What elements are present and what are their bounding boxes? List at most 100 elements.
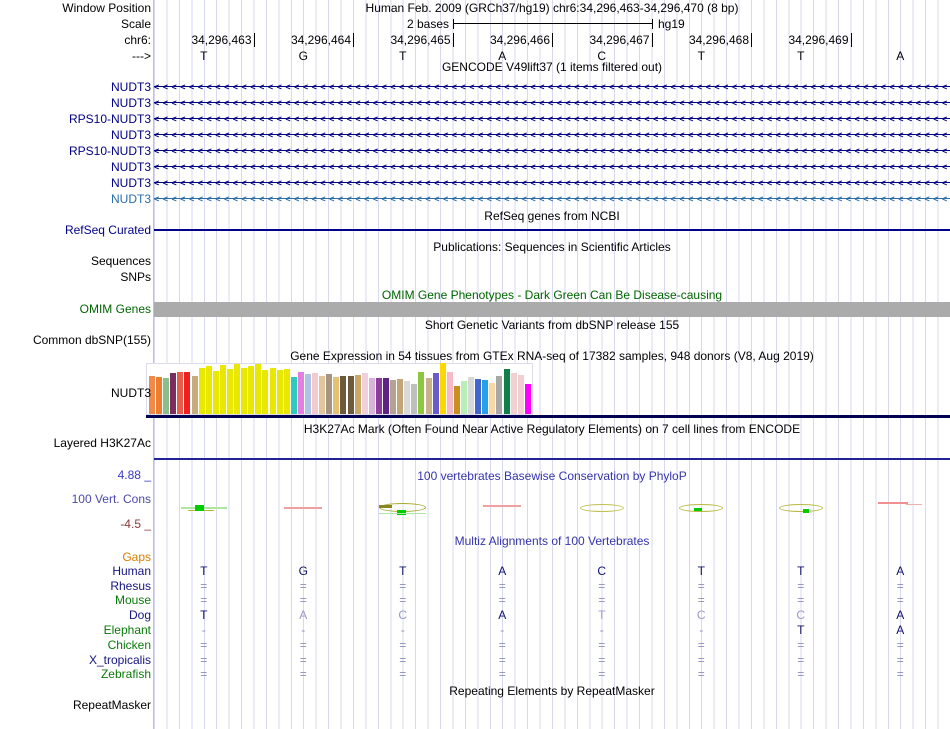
gtex-bar: [319, 376, 326, 414]
omim-genes-bar[interactable]: [154, 302, 950, 317]
gtex-baseline: [146, 415, 950, 418]
gene-row-arrows[interactable]: <<<<<<<<<<<<<<<<<<<<<<<<<<<<<<<<<<<<<<<<…: [154, 98, 950, 108]
phylop-mark-line: [483, 505, 522, 507]
phylop-track-title[interactable]: 100 vertebrates Basewise Conservation by…: [154, 469, 950, 483]
ruler-tick: [253, 33, 255, 47]
ruler-tick: [651, 33, 653, 47]
refseq-track-title[interactable]: RefSeq genes from NCBI: [154, 209, 950, 223]
gene-row-label[interactable]: RPS10-NUDT3: [0, 144, 151, 158]
sequences-label[interactable]: Sequences: [0, 254, 151, 268]
multiz-cell: C: [696, 608, 706, 622]
publications-track-title[interactable]: Publications: Sequences in Scientific Ar…: [154, 240, 950, 254]
gene-row-label[interactable]: NUDT3: [0, 80, 151, 94]
gtex-bar: [375, 378, 382, 414]
multiz-cell: T: [598, 608, 606, 622]
multiz-cell: A: [498, 564, 507, 578]
gtex-bar: [333, 377, 340, 414]
gtex-bar: [361, 373, 368, 414]
multiz-cell: T: [797, 564, 805, 578]
gene-row-arrows[interactable]: <<<<<<<<<<<<<<<<<<<<<<<<<<<<<<<<<<<<<<<<…: [154, 194, 950, 204]
gene-row-arrows[interactable]: <<<<<<<<<<<<<<<<<<<<<<<<<<<<<<<<<<<<<<<<…: [154, 130, 950, 140]
gtex-track-title[interactable]: Gene Expression in 54 tissues from GTEx …: [154, 349, 950, 363]
vert-cons-label[interactable]: 100 Vert. Cons: [0, 492, 151, 506]
gtex-bar: [460, 381, 467, 414]
gtex-bar: [404, 381, 411, 414]
phylop-mark-line: [284, 507, 323, 509]
phylop-mark-rect: [194, 505, 204, 511]
multiz-cell: =: [299, 653, 307, 667]
gene-row-label[interactable]: NUDT3: [0, 128, 151, 142]
omim-genes-label[interactable]: OMIM Genes: [0, 302, 151, 316]
gene-row-arrows[interactable]: <<<<<<<<<<<<<<<<<<<<<<<<<<<<<<<<<<<<<<<<…: [154, 82, 950, 92]
scale-bar: [453, 19, 653, 29]
multiz-row-label-x_tropicalis[interactable]: X_tropicalis: [0, 653, 151, 667]
multiz-row-label-chicken[interactable]: Chicken: [0, 638, 151, 652]
gtex-bar: [304, 374, 311, 414]
multiz-cell: T: [200, 564, 208, 578]
multiz-cell: =: [697, 653, 705, 667]
repeatmasker-label[interactable]: RepeatMasker: [0, 698, 151, 712]
gtex-expression-plot[interactable]: [146, 363, 533, 415]
gtex-bar: [262, 370, 269, 414]
multiz-cell: =: [200, 653, 208, 667]
gene-row-label[interactable]: NUDT3: [0, 176, 151, 190]
multiz-cell: =: [498, 667, 506, 681]
gene-row-label[interactable]: NUDT3: [0, 160, 151, 174]
gene-row-arrows[interactable]: <<<<<<<<<<<<<<<<<<<<<<<<<<<<<<<<<<<<<<<<…: [154, 178, 950, 188]
multiz-row-label-gaps[interactable]: Gaps: [0, 550, 151, 564]
multiz-cell: A: [896, 564, 905, 578]
gene-row-label[interactable]: NUDT3: [0, 192, 151, 206]
multiz-row-label-rhesus[interactable]: Rhesus: [0, 579, 151, 593]
gene-row-arrows[interactable]: <<<<<<<<<<<<<<<<<<<<<<<<<<<<<<<<<<<<<<<<…: [154, 146, 950, 156]
multiz-cell: =: [598, 667, 606, 681]
multiz-row-label-zebrafish[interactable]: Zebrafish: [0, 667, 151, 681]
ruler-tick: [751, 33, 752, 47]
gene-row-arrows[interactable]: <<<<<<<<<<<<<<<<<<<<<<<<<<<<<<<<<<<<<<<<…: [154, 162, 950, 172]
ruler-position-label: 34,296,466: [489, 33, 550, 47]
multiz-cell: =: [896, 579, 904, 593]
layered-h3k27ac-label[interactable]: Layered H3K27Ac: [0, 436, 151, 450]
gtex-bar: [255, 364, 262, 414]
gtex-bar: [411, 384, 418, 414]
multiz-cell: =: [399, 638, 407, 652]
multiz-cell: -: [301, 623, 306, 637]
dbsnp-track-title[interactable]: Short Genetic Variants from dbSNP releas…: [154, 318, 950, 332]
repeatmasker-track-title[interactable]: Repeating Elements by RepeatMasker: [154, 684, 950, 698]
scale-label: Scale: [120, 17, 151, 31]
multiz-row-label-elephant[interactable]: Elephant: [0, 623, 151, 637]
gtex-bar: [517, 375, 524, 414]
ruler-base: T: [697, 49, 705, 63]
gtex-bar: [226, 369, 233, 414]
gtex-bar: [163, 378, 170, 414]
refseq-gene-line[interactable]: [154, 229, 950, 231]
gtex-bar: [382, 378, 389, 414]
multiz-cell: -: [699, 623, 704, 637]
multiz-row-label-human[interactable]: Human: [0, 564, 151, 578]
refseq-curated-label[interactable]: RefSeq Curated: [0, 223, 151, 237]
multiz-track-title[interactable]: Multiz Alignments of 100 Vertebrates: [154, 534, 950, 548]
multiz-row-label-mouse[interactable]: Mouse: [0, 593, 151, 607]
gtex-bar: [432, 373, 439, 414]
phylop-mark-line: [878, 502, 909, 504]
common-dbsnp-label[interactable]: Common dbSNP(155): [0, 333, 151, 347]
multiz-cell: =: [896, 653, 904, 667]
ruler-tick: [850, 33, 852, 47]
ruler-base: T: [797, 49, 805, 63]
omim-track-title[interactable]: OMIM Gene Phenotypes - Dark Green Can Be…: [154, 288, 950, 302]
gtex-bar: [269, 368, 276, 414]
gtex-gene-label[interactable]: NUDT3: [0, 386, 151, 400]
snps-label[interactable]: SNPs: [0, 270, 151, 284]
multiz-cell: =: [697, 593, 705, 607]
strand-arrow-label[interactable]: --->: [0, 49, 151, 63]
h3k27ac-track-title[interactable]: H3K27Ac Mark (Often Found Near Active Re…: [154, 422, 950, 436]
multiz-row-label-dog[interactable]: Dog: [0, 608, 151, 622]
multiz-cell: A: [299, 608, 308, 622]
gtex-bar: [496, 376, 503, 414]
gene-row-arrows[interactable]: <<<<<<<<<<<<<<<<<<<<<<<<<<<<<<<<<<<<<<<<…: [154, 114, 950, 124]
gene-row-label[interactable]: RPS10-NUDT3: [0, 112, 151, 126]
multiz-cell: T: [399, 564, 407, 578]
ruler-tick: [452, 33, 454, 47]
gtex-bar: [340, 376, 347, 414]
gene-row-label[interactable]: NUDT3: [0, 96, 151, 110]
gencode-track-title[interactable]: GENCODE V49lift37 (1 items filtered out): [154, 60, 950, 74]
